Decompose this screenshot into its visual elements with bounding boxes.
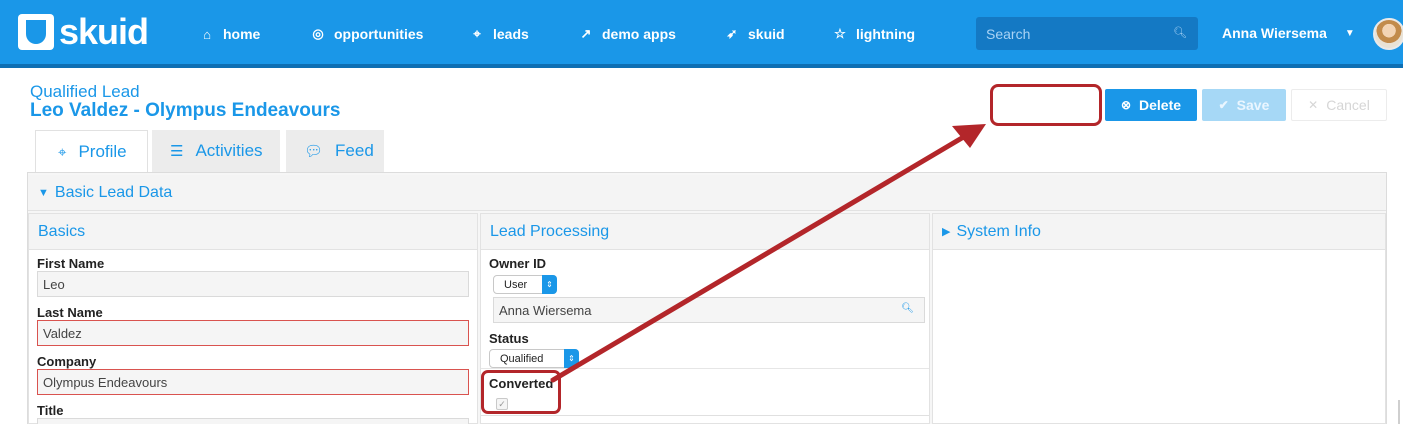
owner-name: Anna Wiersema — [499, 302, 592, 318]
nav-item-leads[interactable]: ⌖ leads — [470, 24, 529, 44]
target-icon: ◎ — [312, 26, 324, 41]
delete-label: Delete — [1139, 97, 1182, 113]
page-scrollbar[interactable] — [1398, 400, 1400, 424]
company-field[interactable]: Olympus Endeavours — [37, 369, 469, 395]
external-link-icon: ↗ — [580, 26, 592, 41]
record-subtitle: Qualified Lead — [30, 82, 140, 101]
nav-item-label: home — [223, 26, 261, 42]
page-title: Leo Valdez - Olympus Endeavours — [30, 100, 341, 121]
tab-label: Feed — [335, 141, 374, 160]
lead-processing-header: Lead Processing — [481, 214, 929, 250]
highlighted-empty-button-area — [990, 84, 1102, 126]
crosshair-icon: ⌖ — [58, 143, 67, 161]
status-value: Qualified — [500, 352, 544, 365]
owner-lookup-field[interactable]: Anna Wiersema 🔍︎ — [493, 297, 925, 323]
cancel-label: Cancel — [1326, 97, 1370, 113]
tab-label: Profile — [78, 142, 127, 161]
home-icon: ⌂ — [203, 26, 211, 42]
caret-down-icon: ▼ — [38, 186, 49, 199]
save-label: Save — [1236, 97, 1270, 113]
skuid-logo-icon — [18, 14, 54, 50]
tab-profile[interactable]: ⌖ Profile — [35, 130, 148, 173]
converted-highlight-box — [481, 370, 561, 414]
check-icon: ✔ — [1218, 98, 1229, 112]
nav-item-skuid[interactable]: ➶ skuid — [725, 24, 785, 44]
first-name-label: First Name — [37, 256, 105, 271]
system-info-title: System Info — [956, 222, 1041, 240]
title-field[interactable] — [37, 418, 469, 424]
search-input[interactable]: Search 🔍︎ — [976, 17, 1198, 50]
list-icon: ☰ — [170, 143, 184, 160]
comments-icon: 💬︎ — [304, 143, 324, 160]
user-menu[interactable]: Anna Wiersema ▼ — [1222, 25, 1355, 41]
crosshair-icon: ⌖ — [473, 26, 481, 41]
first-name-field[interactable]: Leo — [37, 271, 469, 297]
title-label: Title — [37, 403, 64, 418]
basics-header: Basics — [29, 214, 477, 250]
status-label: Status — [489, 331, 529, 346]
save-button[interactable]: ✔ Save — [1202, 89, 1286, 121]
logo-text: skuid — [59, 11, 149, 52]
star-icon: ☆ — [834, 26, 846, 41]
nav-item-label: lightning — [856, 26, 916, 42]
last-name-label: Last Name — [37, 305, 103, 320]
select-arrows-icon: ⇕ — [542, 275, 557, 294]
nav-item-label: opportunities — [334, 26, 424, 42]
lead-processing-title: Lead Processing — [490, 222, 610, 240]
caret-right-icon: ▶ — [942, 226, 951, 238]
app-root: skuid ⌂ home ◎ opportunities ⌖ leads ↗ d… — [0, 0, 1403, 424]
nav-item-opportunities[interactable]: ◎ opportunities — [311, 24, 423, 44]
company-label: Company — [37, 354, 97, 369]
owner-id-label: Owner ID — [489, 256, 547, 271]
select-arrows-icon: ⇕ — [564, 349, 579, 368]
avatar[interactable] — [1373, 18, 1403, 50]
search-placeholder: Search — [986, 25, 1031, 42]
nav-item-home[interactable]: ⌂ home — [200, 24, 260, 44]
tab-label: Activities — [195, 141, 263, 160]
rocket-icon: ➶ — [726, 26, 738, 41]
tab-activities[interactable]: ☰ Activities — [152, 130, 280, 172]
last-name-field[interactable]: Valdez — [37, 320, 469, 346]
close-icon: ✕ — [1308, 98, 1319, 112]
top-nav-bar: skuid ⌂ home ◎ opportunities ⌖ leads ↗ d… — [0, 0, 1403, 68]
cancel-button[interactable]: ✕ Cancel — [1291, 89, 1387, 121]
search-icon[interactable]: 🔍︎ — [1173, 26, 1187, 39]
basics-title: Basics — [38, 222, 86, 240]
nav-item-label: demo apps — [602, 26, 676, 42]
tab-feed[interactable]: 💬︎ Feed — [286, 130, 384, 172]
close-circle-icon: ⊗ — [1120, 98, 1132, 112]
divider — [481, 415, 929, 416]
user-name: Anna Wiersema — [1222, 25, 1327, 41]
owner-type-select[interactable]: User ⇕ — [493, 275, 557, 294]
system-info-header[interactable]: ▶ System Info — [933, 214, 1385, 250]
system-info-column: ▶ System Info — [932, 213, 1386, 424]
search-icon[interactable]: 🔍︎ — [901, 303, 914, 314]
nav-item-label: leads — [493, 26, 529, 42]
nav-item-lightning[interactable]: ☆ lightning — [833, 24, 915, 44]
owner-type-value: User — [504, 278, 528, 291]
divider — [481, 368, 929, 369]
status-select[interactable]: Qualified ⇕ — [489, 349, 579, 368]
nav-item-demo-apps[interactable]: ↗ demo apps — [579, 24, 676, 44]
section-title: Basic Lead Data — [54, 183, 173, 201]
delete-button[interactable]: ⊗ Delete — [1105, 89, 1197, 121]
chevron-down-icon: ▼ — [1344, 27, 1355, 39]
skuid-logo[interactable]: skuid — [18, 11, 149, 52]
nav-item-label: skuid — [748, 26, 785, 42]
section-header-basic-lead-data[interactable]: ▼ Basic Lead Data — [28, 175, 1386, 211]
